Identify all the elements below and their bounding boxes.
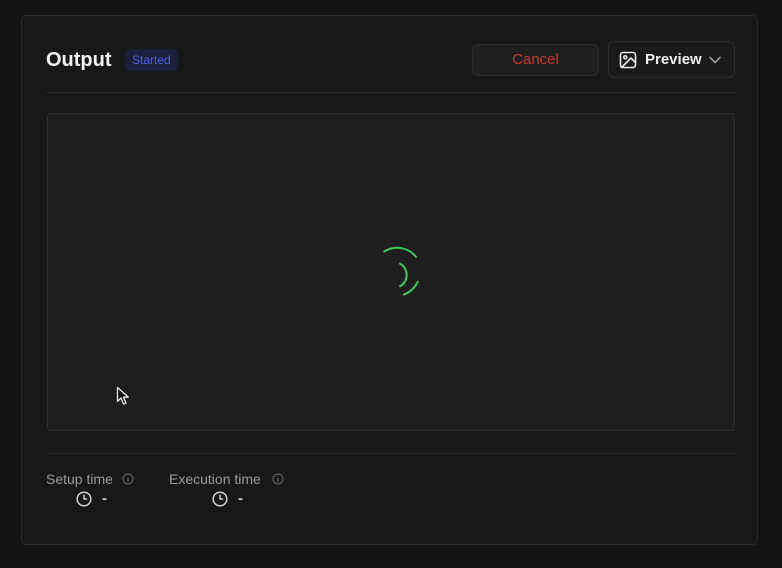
clock-icon bbox=[76, 491, 92, 507]
info-icon[interactable] bbox=[122, 473, 134, 485]
mouse-cursor-icon bbox=[116, 386, 129, 405]
output-preview-area bbox=[47, 113, 735, 431]
chevron-down-icon bbox=[709, 56, 721, 64]
preview-dropdown-button[interactable]: Preview bbox=[608, 41, 735, 78]
image-icon bbox=[619, 51, 637, 69]
execution-time-value: - bbox=[238, 490, 243, 507]
setup-time-value: - bbox=[102, 490, 107, 507]
info-icon[interactable] bbox=[272, 473, 284, 485]
metrics-divider bbox=[46, 453, 736, 454]
panel-title: Output bbox=[46, 49, 112, 71]
cancel-button[interactable]: Cancel bbox=[472, 44, 599, 76]
preview-label: Preview bbox=[645, 51, 702, 68]
execution-time-label: Execution time bbox=[169, 471, 261, 487]
output-panel: Output Started Cancel Preview Setup time bbox=[21, 15, 758, 545]
setup-time-label: Setup time bbox=[46, 471, 113, 487]
clock-icon bbox=[212, 491, 228, 507]
status-badge: Started bbox=[125, 49, 178, 71]
spinner-icon bbox=[383, 246, 419, 296]
header-divider bbox=[46, 92, 736, 93]
